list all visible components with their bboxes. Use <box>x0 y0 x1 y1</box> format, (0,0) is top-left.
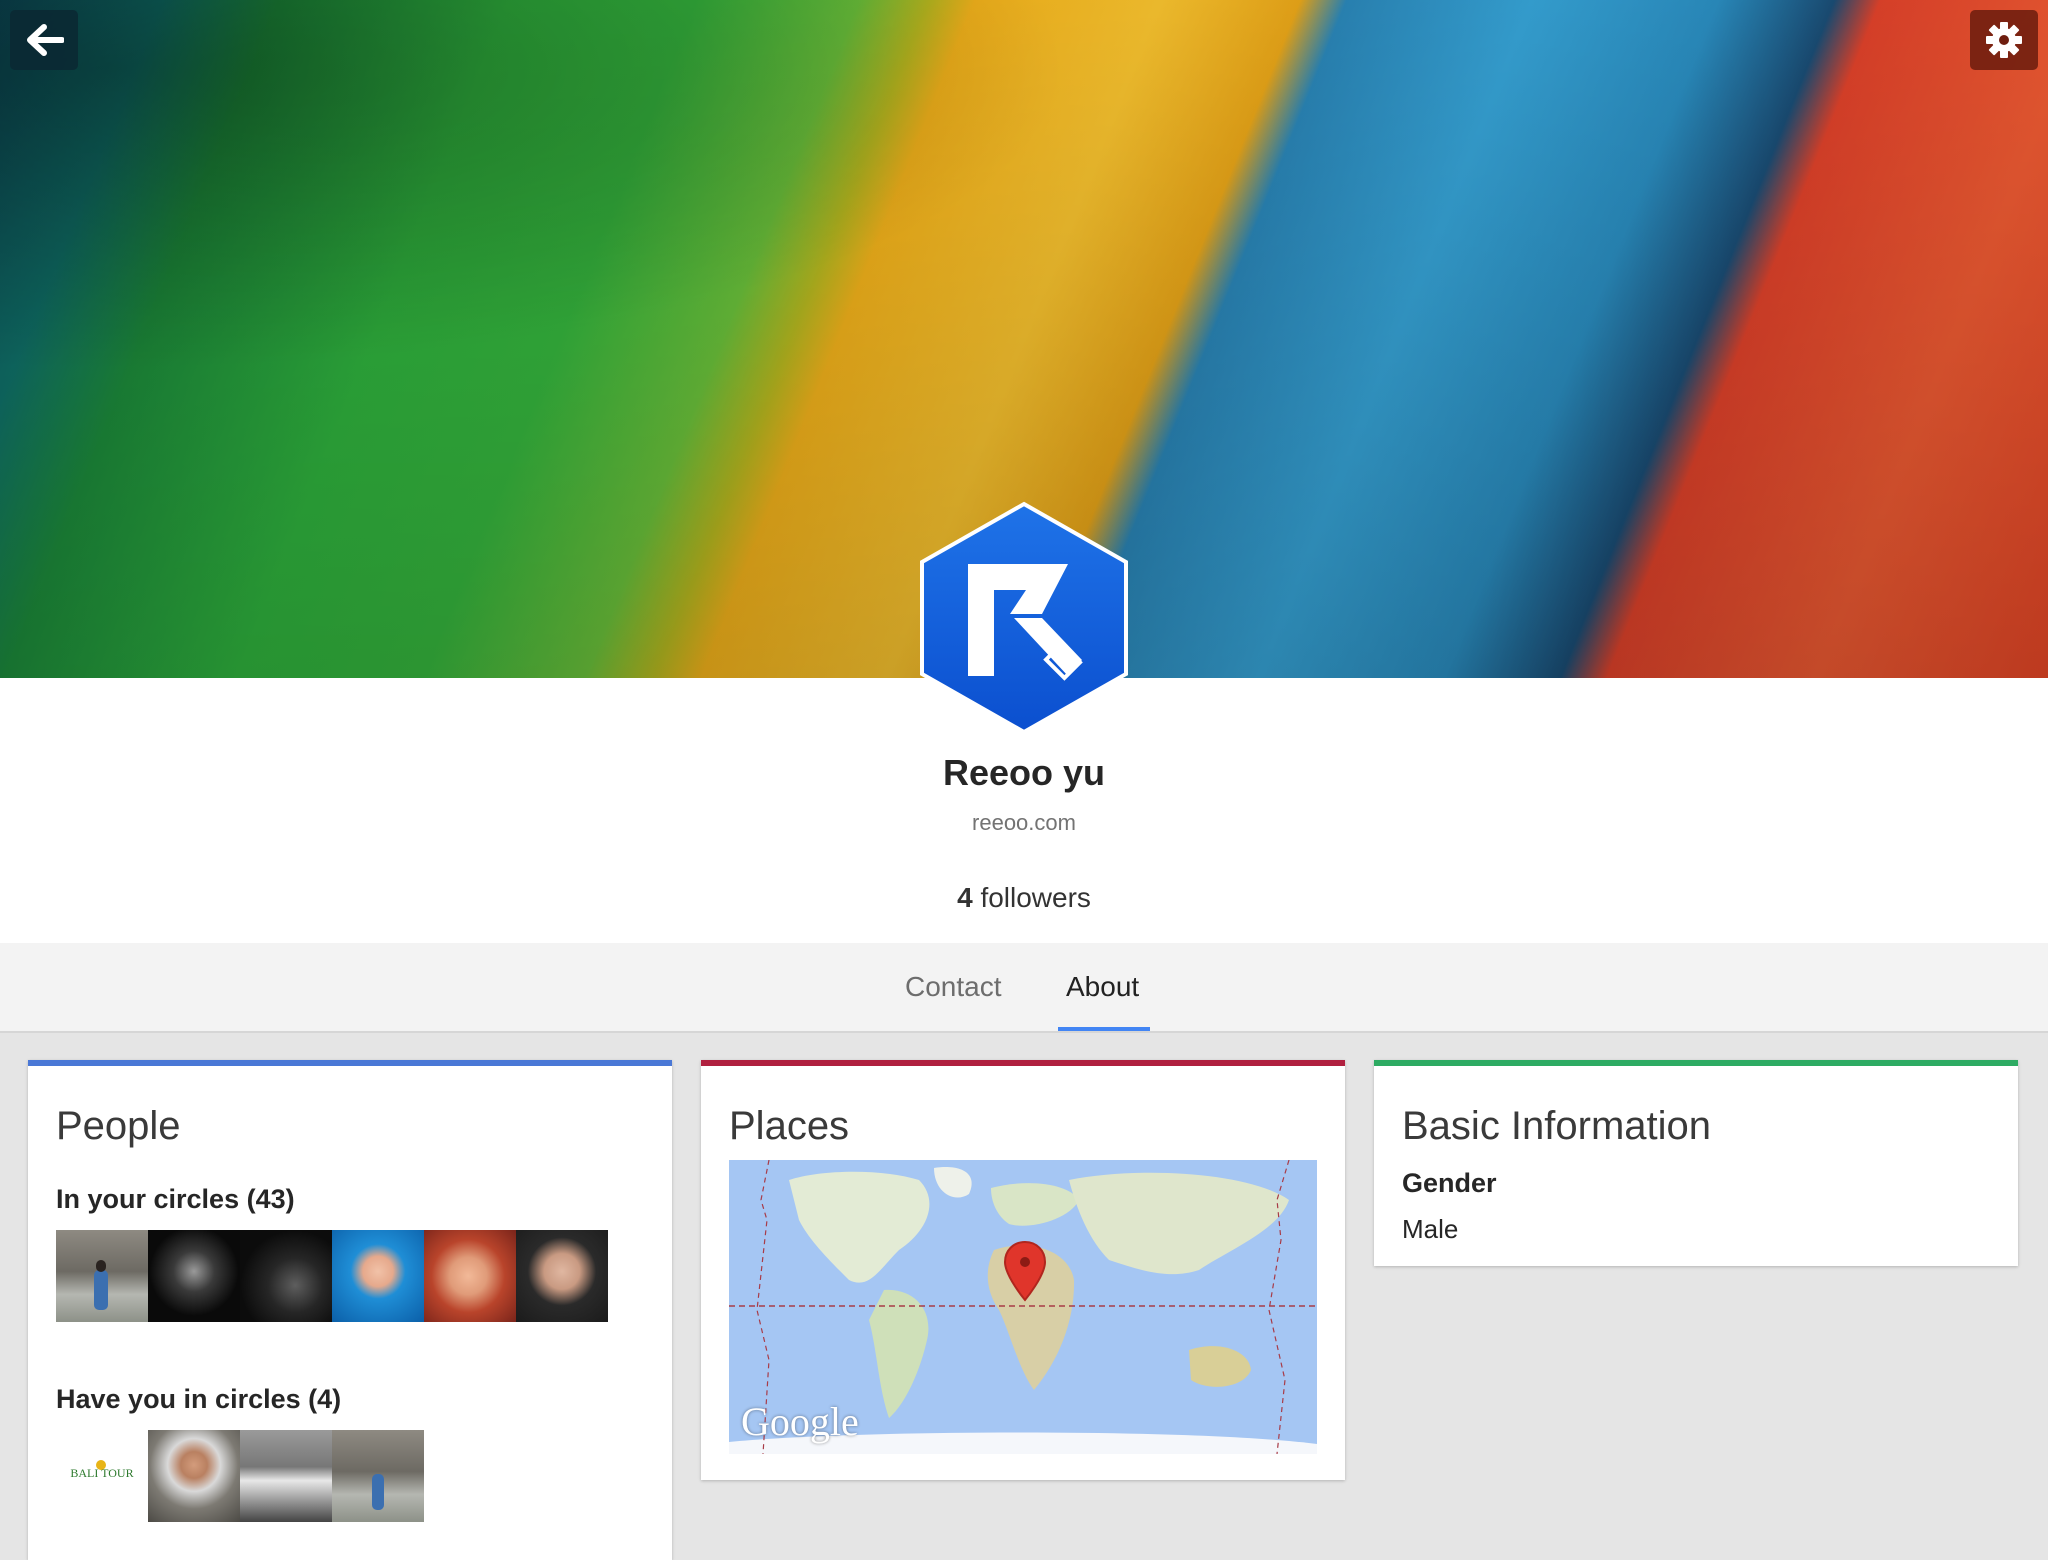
circle-avatar[interactable] <box>240 1430 332 1522</box>
basic-info-title: Basic Information <box>1402 1104 1712 1148</box>
tab-bar: Contact About <box>0 943 2048 1033</box>
people-title: People <box>56 1104 181 1148</box>
places-card: Places Google <box>701 1060 1345 1480</box>
circle-avatar[interactable] <box>148 1230 240 1322</box>
tab-contact[interactable]: Contact <box>905 971 1002 1003</box>
back-button[interactable] <box>10 10 78 70</box>
arrow-left-icon <box>27 24 64 56</box>
active-tab-indicator <box>1058 1027 1150 1031</box>
circle-avatar[interactable]: BALI TOUR <box>56 1430 148 1522</box>
have-you-label[interactable]: Have you in circles (4) <box>56 1384 341 1415</box>
circle-avatar[interactable] <box>332 1230 424 1322</box>
followers-count[interactable]: 4 followers <box>0 882 2048 914</box>
map-brand-label: Google <box>741 1399 859 1444</box>
followers-number: 4 <box>957 882 973 913</box>
gear-icon <box>1986 22 2022 58</box>
basic-info-card: Basic Information Gender Male <box>1374 1060 2018 1266</box>
in-circles-avatars <box>56 1230 608 1322</box>
profile-name: Reeoo yu <box>942 752 1106 793</box>
people-accent-bar <box>28 1060 672 1066</box>
circle-avatar[interactable] <box>332 1430 424 1522</box>
places-accent-bar <box>701 1060 1345 1066</box>
tab-about[interactable]: About <box>1066 971 1139 1003</box>
circle-avatar[interactable] <box>516 1230 608 1322</box>
people-card: People In your circles (43) Have you in … <box>28 1060 672 1560</box>
circle-avatar[interactable] <box>56 1230 148 1322</box>
circle-avatar[interactable] <box>148 1430 240 1522</box>
settings-button[interactable] <box>1970 10 2038 70</box>
circle-avatar[interactable] <box>424 1230 516 1322</box>
have-you-avatars: BALI TOUR <box>56 1430 424 1522</box>
gender-label: Gender <box>1402 1168 1497 1198</box>
basic-info-accent-bar <box>1374 1060 2018 1066</box>
places-title: Places <box>729 1104 850 1148</box>
followers-label: followers <box>980 882 1091 913</box>
reeoo-logo-icon <box>920 501 1128 735</box>
places-map[interactable]: Google <box>729 1160 1317 1454</box>
circle-avatar[interactable] <box>240 1230 332 1322</box>
gender-value: Male <box>1402 1214 1459 1244</box>
in-circles-label[interactable]: In your circles (43) <box>56 1184 295 1215</box>
map-pin-icon[interactable] <box>1003 1240 1047 1304</box>
avatar[interactable] <box>918 500 1130 736</box>
profile-website[interactable]: reeoo.com <box>0 810 2048 836</box>
